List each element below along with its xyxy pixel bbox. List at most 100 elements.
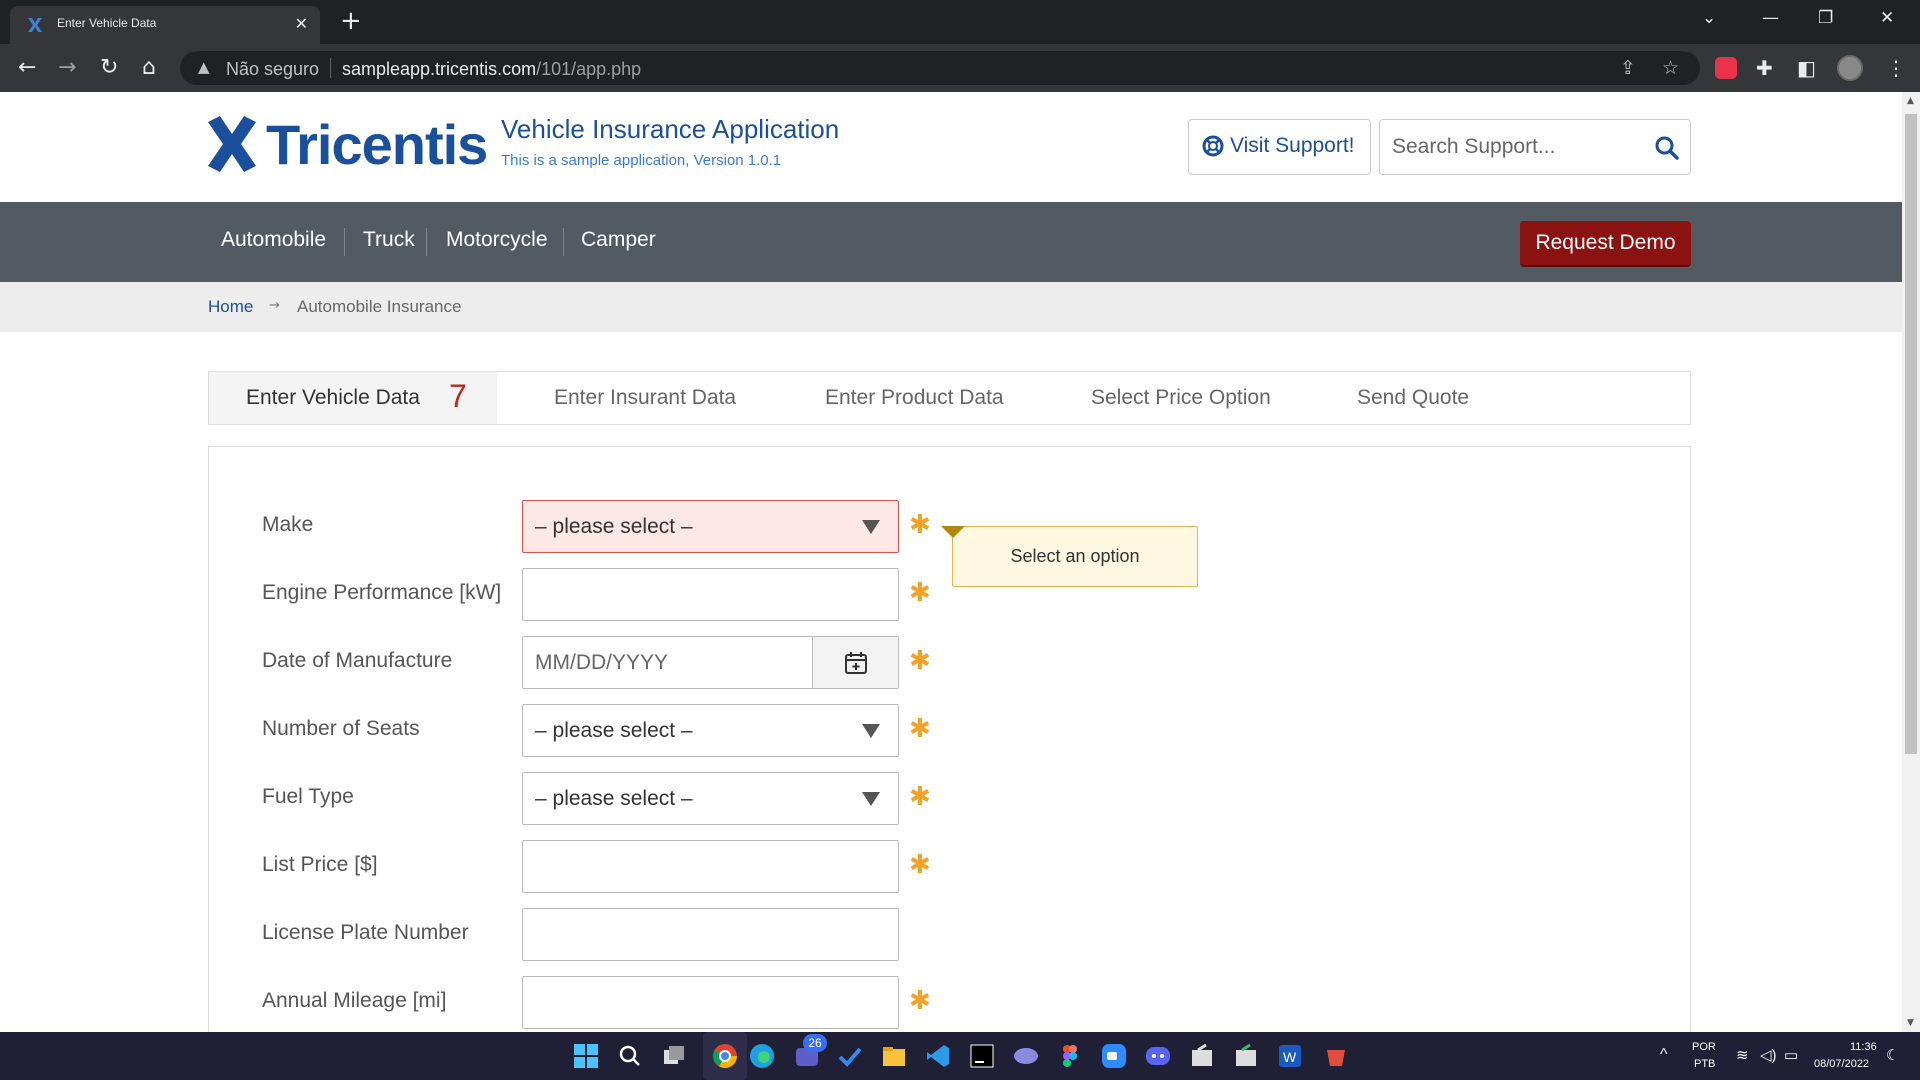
extensions-puzzle-icon[interactable]: ✚ bbox=[1756, 56, 1773, 80]
tab-close-icon[interactable]: ✕ bbox=[295, 14, 308, 33]
browser-toolbar: ← → ↻ ⌂ ▲ Não seguro sampleapp.tricentis… bbox=[0, 44, 1920, 92]
request-demo-button[interactable]: Request Demo bbox=[1520, 221, 1691, 267]
support-search bbox=[1379, 119, 1691, 175]
step-select-price-option[interactable]: Select Price Option bbox=[1091, 386, 1271, 410]
engine-performance-input[interactable] bbox=[522, 568, 899, 621]
security-label[interactable]: Não seguro bbox=[226, 59, 319, 80]
step-enter-vehicle-data[interactable]: Enter Vehicle Data bbox=[246, 386, 420, 410]
window-close-icon[interactable]: ✕ bbox=[1880, 6, 1894, 30]
minimize-icon[interactable]: — bbox=[1762, 6, 1779, 30]
tab-title: Enter Vehicle Data bbox=[57, 16, 157, 30]
page: Tricentis Vehicle Insurance Application … bbox=[0, 92, 1902, 1032]
reload-icon[interactable]: ↻ bbox=[100, 56, 118, 80]
bookmark-star-icon[interactable]: ☆ bbox=[1662, 57, 1679, 79]
scroll-down-icon[interactable]: ▼ bbox=[1907, 1018, 1914, 1028]
step-enter-product-data[interactable]: Enter Product Data bbox=[825, 386, 1004, 410]
visit-support-button[interactable]: Visit Support! bbox=[1188, 119, 1371, 175]
app-subtitle: This is a sample application, Version 1.… bbox=[501, 152, 782, 169]
keyboard-layout[interactable]: PTB bbox=[1694, 1058, 1715, 1070]
required-icon: ✱ bbox=[909, 714, 931, 744]
chevron-down-icon bbox=[862, 724, 880, 738]
app-icon[interactable] bbox=[1322, 1042, 1350, 1070]
breadcrumb: Home → Automobile Insurance bbox=[0, 282, 1902, 332]
new-tab-icon[interactable]: + bbox=[340, 6, 362, 36]
clock-time[interactable]: 11:36 bbox=[1850, 1041, 1877, 1053]
volume-icon[interactable]: ◁) bbox=[1760, 1046, 1777, 1064]
date-picker-button[interactable] bbox=[812, 637, 898, 688]
tray-chevron-icon[interactable]: ^ bbox=[1660, 1046, 1668, 1064]
required-icon: ✱ bbox=[909, 986, 931, 1016]
profile-avatar[interactable] bbox=[1837, 55, 1863, 81]
list-price-input[interactable] bbox=[522, 840, 899, 893]
nav-camper[interactable]: Camper bbox=[581, 228, 656, 252]
step-send-quote[interactable]: Send Quote bbox=[1357, 386, 1469, 410]
calendar-icon bbox=[845, 652, 867, 674]
fuel-type-value: – please select – bbox=[535, 787, 693, 810]
number-of-seats-value: – please select – bbox=[535, 719, 693, 742]
back-icon[interactable]: ← bbox=[18, 56, 36, 80]
lifebuoy-icon bbox=[1202, 135, 1224, 157]
number-of-seats-label: Number of Seats bbox=[262, 717, 420, 740]
number-of-seats-select[interactable]: – please select – bbox=[522, 704, 899, 757]
app-icon[interactable] bbox=[1188, 1042, 1216, 1070]
nav-motorcycle[interactable]: Motorcycle bbox=[446, 228, 548, 252]
home-icon[interactable]: ⌂ bbox=[142, 56, 156, 80]
scrollbar-thumb[interactable] bbox=[1905, 114, 1917, 754]
search-icon[interactable] bbox=[1654, 135, 1680, 161]
restore-icon[interactable]: ❐ bbox=[1818, 6, 1833, 30]
forward-icon[interactable]: → bbox=[58, 56, 76, 80]
word-icon[interactable]: W bbox=[1276, 1042, 1304, 1070]
todo-icon[interactable] bbox=[836, 1042, 864, 1070]
vehicle-data-form: Make – please select – ✱ Select an optio… bbox=[208, 446, 1691, 1032]
side-panel-icon[interactable]: ◧ bbox=[1797, 56, 1816, 80]
warning-icon[interactable]: ▲ bbox=[198, 58, 210, 76]
discord-icon[interactable] bbox=[1144, 1042, 1172, 1070]
breadcrumb-arrow-icon: → bbox=[269, 298, 280, 313]
step-enter-insurant-data[interactable]: Enter Insurant Data bbox=[554, 386, 736, 410]
browser-menu-icon[interactable]: ⋮ bbox=[1886, 56, 1906, 80]
address-bar[interactable]: ▲ Não seguro sampleapp.tricentis.com/101… bbox=[180, 51, 1700, 85]
required-icon: ✱ bbox=[909, 850, 931, 880]
app-icon[interactable] bbox=[1232, 1042, 1260, 1070]
share-icon[interactable]: ⇪ bbox=[1620, 57, 1636, 79]
jetbrains-icon[interactable] bbox=[968, 1042, 996, 1070]
app-title: Vehicle Insurance Application bbox=[501, 114, 840, 144]
windows-start-icon[interactable] bbox=[572, 1042, 600, 1070]
make-select[interactable]: – please select – bbox=[522, 500, 899, 553]
date-of-manufacture-input[interactable]: MM/DD/YYYY bbox=[522, 636, 899, 689]
vscode-icon[interactable] bbox=[924, 1042, 952, 1070]
notifications-icon[interactable]: ☾ bbox=[1886, 1046, 1899, 1064]
visit-support-label: Visit Support! bbox=[1230, 134, 1355, 157]
tab-search-icon[interactable]: ⌄ bbox=[1702, 6, 1716, 30]
required-icon: ✱ bbox=[909, 510, 931, 540]
url-host: sampleapp.tricentis.com bbox=[342, 59, 537, 79]
search-input[interactable] bbox=[1392, 132, 1632, 162]
clock-date[interactable]: 08/07/2022 bbox=[1814, 1058, 1869, 1070]
battery-icon[interactable]: ▭ bbox=[1784, 1046, 1798, 1064]
url-text[interactable]: sampleapp.tricentis.com/101/app.php bbox=[342, 59, 641, 80]
engine-performance-label: Engine Performance [kW] bbox=[262, 581, 502, 604]
fuel-type-label: Fuel Type bbox=[262, 785, 354, 808]
scroll-up-icon[interactable]: ▲ bbox=[1907, 96, 1914, 106]
fuel-type-select[interactable]: – please select – bbox=[522, 772, 899, 825]
page-scrollbar[interactable]: ▲ ▼ bbox=[1902, 92, 1920, 1032]
extension-red-icon[interactable] bbox=[1715, 57, 1737, 79]
search-icon[interactable] bbox=[616, 1042, 644, 1070]
required-icon: ✱ bbox=[909, 782, 931, 812]
breadcrumb-home[interactable]: Home bbox=[208, 297, 253, 317]
nav-automobile[interactable]: Automobile bbox=[221, 228, 326, 252]
figma-icon[interactable] bbox=[1056, 1042, 1084, 1070]
nav-truck[interactable]: Truck bbox=[363, 228, 415, 252]
zoom-icon[interactable] bbox=[1100, 1042, 1128, 1070]
language-code[interactable]: POR bbox=[1692, 1041, 1716, 1053]
browser-tab[interactable]: Enter Vehicle Data ✕ bbox=[10, 6, 320, 44]
annual-mileage-input[interactable] bbox=[522, 976, 899, 1029]
license-plate-input[interactable] bbox=[522, 908, 899, 961]
chrome-icon[interactable] bbox=[711, 1042, 739, 1070]
app-icon[interactable] bbox=[1012, 1042, 1040, 1070]
file-explorer-icon[interactable] bbox=[880, 1042, 908, 1070]
nav-divider bbox=[563, 228, 564, 256]
edge-icon[interactable] bbox=[748, 1042, 776, 1070]
wifi-icon[interactable]: ≋ bbox=[1736, 1046, 1749, 1064]
task-view-icon[interactable] bbox=[660, 1042, 688, 1070]
